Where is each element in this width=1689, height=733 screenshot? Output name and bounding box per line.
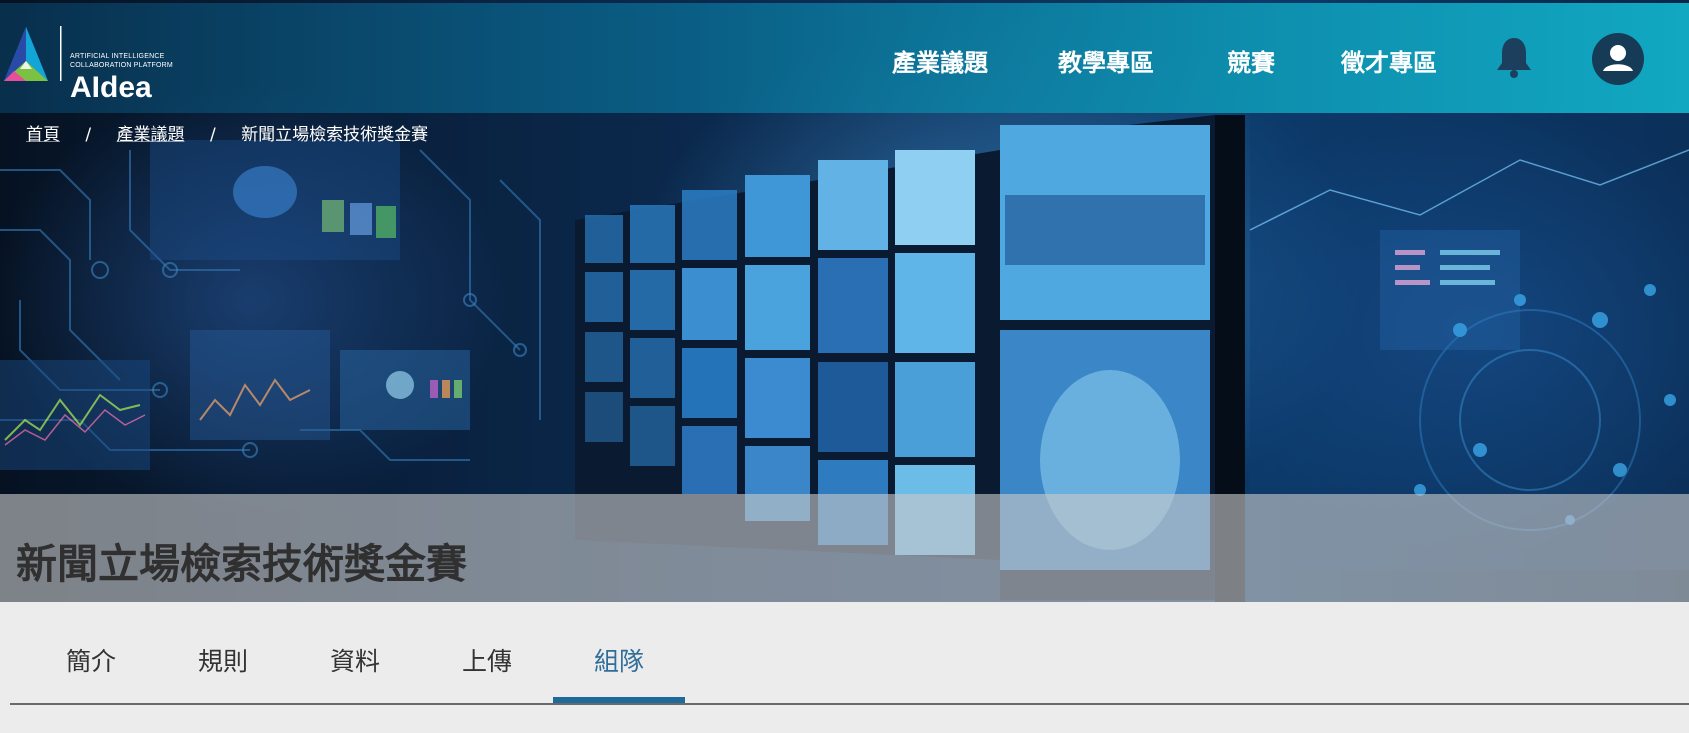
breadcrumb-current: 新聞立場檢索技術獎金賽: [241, 125, 429, 145]
site-header: ARTIFICIAL INTELLIGENCE COLLABORATION PL…: [0, 3, 1689, 113]
tab-upload[interactable]: 上傳: [421, 642, 553, 678]
breadcrumb-home[interactable]: 首頁: [26, 120, 60, 145]
bell-icon[interactable]: [1495, 35, 1533, 79]
tab-bar-divider: [10, 703, 1689, 705]
page-title: 新聞立場檢索技術獎金賽: [16, 540, 467, 588]
tab-bar: 簡介 規則 資料 上傳 組隊: [0, 602, 1689, 733]
nav-item-recruitment[interactable]: 徵才專區: [1341, 43, 1437, 78]
nav-item-competitions[interactable]: 競賽: [1227, 43, 1275, 78]
nav-item-industry-topics[interactable]: 產業議題: [892, 43, 988, 78]
breadcrumb: 首頁 / 產業議題 / 新聞立場檢索技術獎金賽: [26, 120, 428, 145]
logo-tagline-line2: COLLABORATION PLATFORM: [70, 62, 173, 69]
breadcrumb-industry-topics[interactable]: 產業議題: [117, 120, 185, 145]
tab-data[interactable]: 資料: [289, 642, 421, 678]
logo[interactable]: ARTIFICIAL INTELLIGENCE COLLABORATION PL…: [0, 21, 190, 103]
nav-item-teaching-zone[interactable]: 教學專區: [1058, 43, 1154, 78]
tab-overview[interactable]: 簡介: [25, 642, 157, 678]
logo-name: AIdea: [70, 71, 152, 104]
breadcrumb-separator: /: [85, 125, 92, 145]
user-avatar-icon[interactable]: [1592, 33, 1644, 85]
breadcrumb-separator: /: [209, 125, 216, 145]
tab-team[interactable]: 組隊: [553, 642, 685, 678]
tab-rules[interactable]: 規則: [157, 642, 289, 678]
logo-tagline-line1: ARTIFICIAL INTELLIGENCE: [70, 53, 165, 60]
logo-tagline: ARTIFICIAL INTELLIGENCE COLLABORATION PL…: [70, 52, 173, 70]
aidea-logo-icon: [4, 26, 62, 81]
